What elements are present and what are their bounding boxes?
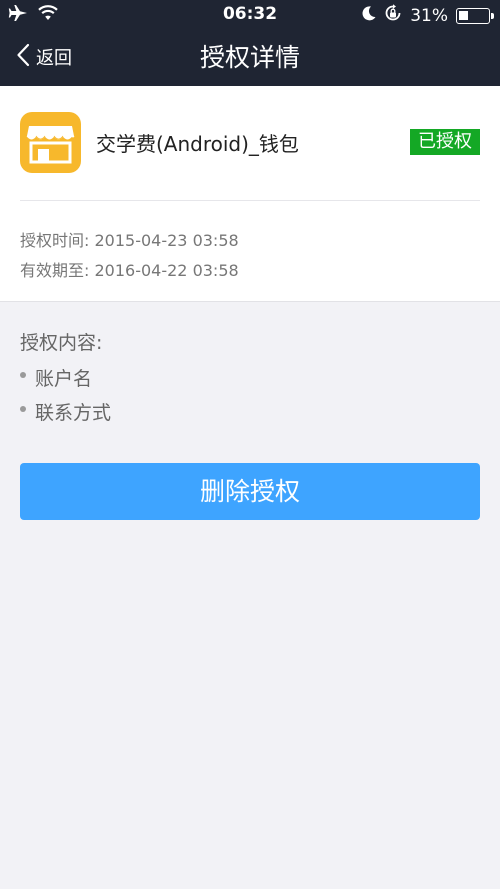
app-auth-card: 交学费(Android)_钱包 已授权 授权时间: 2015-04-23 03:… [0,86,500,302]
list-item-label: 联系方式 [35,402,112,424]
moon-icon [362,5,376,26]
app-header: 06:32 31% 返回 授权详情 [0,0,500,86]
rotation-lock-icon [384,4,402,27]
bullet-icon [20,371,26,378]
valid-until-label: 有效期至: [20,261,90,280]
status-right: 31% [362,4,494,27]
nav-bar: 返回 授权详情 [0,28,500,86]
status-badge: 已授权 [410,129,480,155]
auth-time-row: 授权时间: 2015-04-23 03:58 [20,227,239,251]
divider [20,200,480,201]
bullet-icon [20,405,26,412]
delete-auth-button[interactable]: 删除授权 [20,463,480,520]
app-name: 交学费(Android)_钱包 [96,132,299,156]
list-item: 账户名 [20,364,92,391]
list-item: 联系方式 [20,398,111,425]
battery-percent: 31% [410,5,448,26]
status-bar: 06:32 31% [0,0,500,28]
valid-until-row: 有效期至: 2016-04-22 03:58 [20,257,239,281]
valid-until-value: 2016-04-22 03:58 [94,261,239,280]
storefront-icon [20,112,81,173]
auth-time-label: 授权时间: [20,231,90,250]
list-item-label: 账户名 [35,368,93,390]
battery-icon [456,7,494,24]
auth-content-title: 授权内容: [20,332,103,354]
auth-time-value: 2015-04-23 03:58 [94,231,239,250]
battery-fill [459,10,468,20]
page-title: 授权详情 [199,43,300,72]
